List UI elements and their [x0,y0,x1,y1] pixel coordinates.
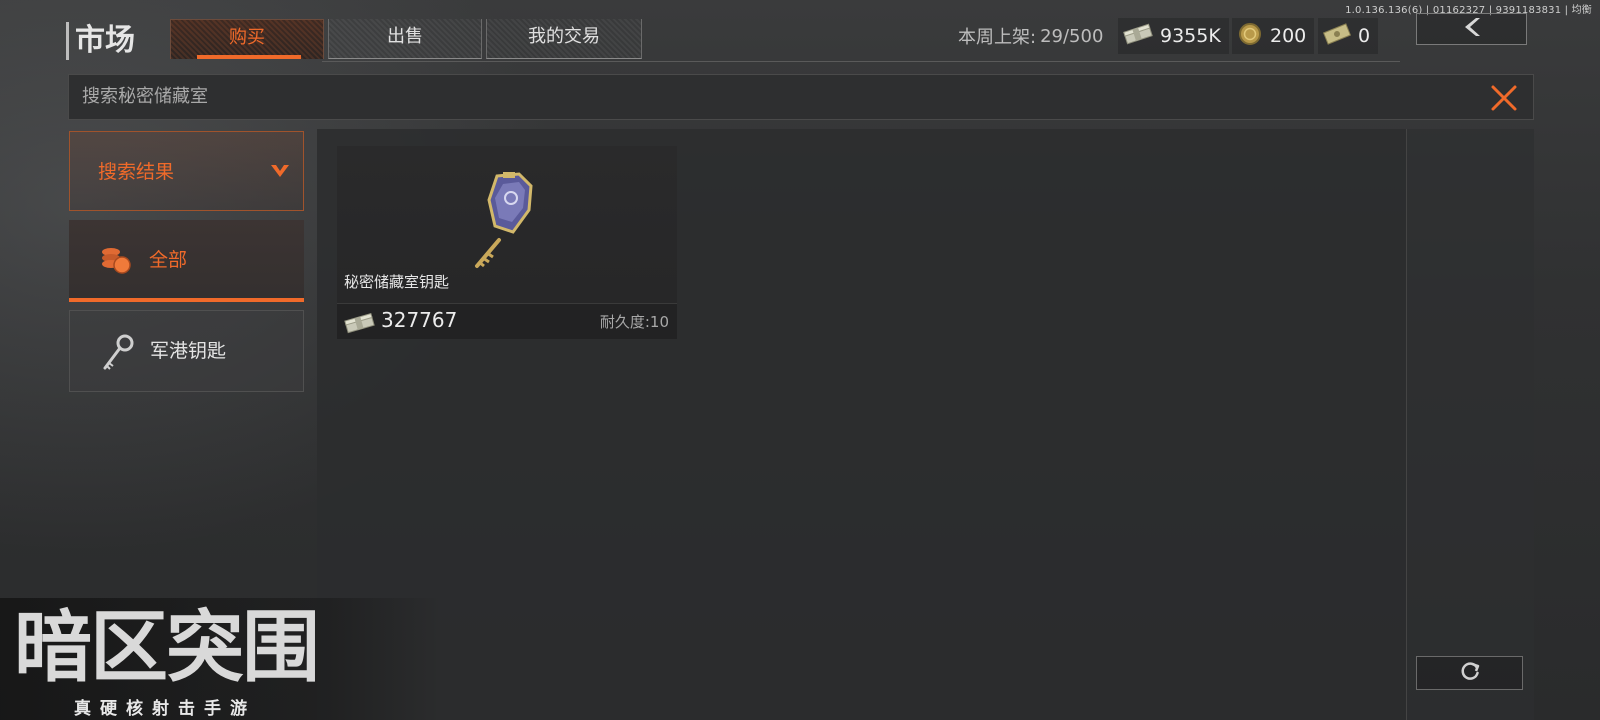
gold-coin-icon [1236,20,1264,52]
chevron-down-icon [269,162,291,184]
durability-label: 耐久度: [599,313,650,331]
currency-cash: 9355K [1118,18,1229,54]
cash-stack-icon [344,312,376,338]
item-price: 327767 [381,308,458,332]
coins-icon [99,242,133,280]
logo-title: 暗区突围 [14,603,320,693]
refresh-icon [1459,660,1481,686]
item-name: 秘密储藏室钥匙 [344,273,450,291]
logo-tagline: 真硬核射击手游 [74,699,256,719]
currency-gold: 200 [1232,18,1315,54]
voucher-icon [1322,21,1352,51]
item-durability: 耐久度:10 [600,311,669,332]
category-all-label: 全部 [149,249,188,271]
search-input[interactable]: 搜索秘密储藏室 [82,75,208,119]
weekly-listing-value: 29/500 [1040,25,1104,47]
item-footer: 327767 耐久度:10 [337,303,677,339]
header-divider [322,61,1400,62]
gold-value: 200 [1270,25,1307,47]
search-results-filter[interactable]: 搜索结果 [69,131,304,211]
refresh-button[interactable] [1416,656,1523,690]
page-title: 市场 [66,22,135,60]
category-port-keys[interactable]: 军港钥匙 [69,310,304,392]
item-card[interactable]: 秘密储藏室钥匙 327767 耐久度:10 [337,146,677,339]
tab-sell[interactable]: 出售 [328,19,482,59]
game-logo: 暗区突围 真硬核射击手游 [0,598,440,720]
tab-buy[interactable]: 购买 [170,19,324,59]
search-bar[interactable]: 搜索秘密储藏室 [68,74,1534,120]
secret-room-key-icon [467,170,547,274]
category-port-keys-label: 军港钥匙 [150,340,227,362]
filter-header-label: 搜索结果 [98,161,175,183]
side-panel [1406,129,1534,720]
category-all[interactable]: 全部 [69,220,304,302]
back-button[interactable] [1416,13,1527,45]
key-icon [100,333,136,377]
chevron-left-icon [1459,16,1485,42]
cash-stack-icon [1122,22,1154,50]
tab-my-trades[interactable]: 我的交易 [486,19,642,59]
market-screen: 1.0.136.136(6) | 01162327 | 9391183831 |… [0,0,1600,720]
cash-value: 9355K [1160,25,1221,47]
voucher-value: 0 [1358,25,1371,47]
durability-value: 10 [649,313,669,331]
currency-voucher: 0 [1318,18,1379,54]
close-icon[interactable] [1489,83,1519,113]
weekly-listing-stat: 本周上架: 29/500 [958,18,1103,54]
weekly-listing-label: 本周上架: [958,27,1037,48]
